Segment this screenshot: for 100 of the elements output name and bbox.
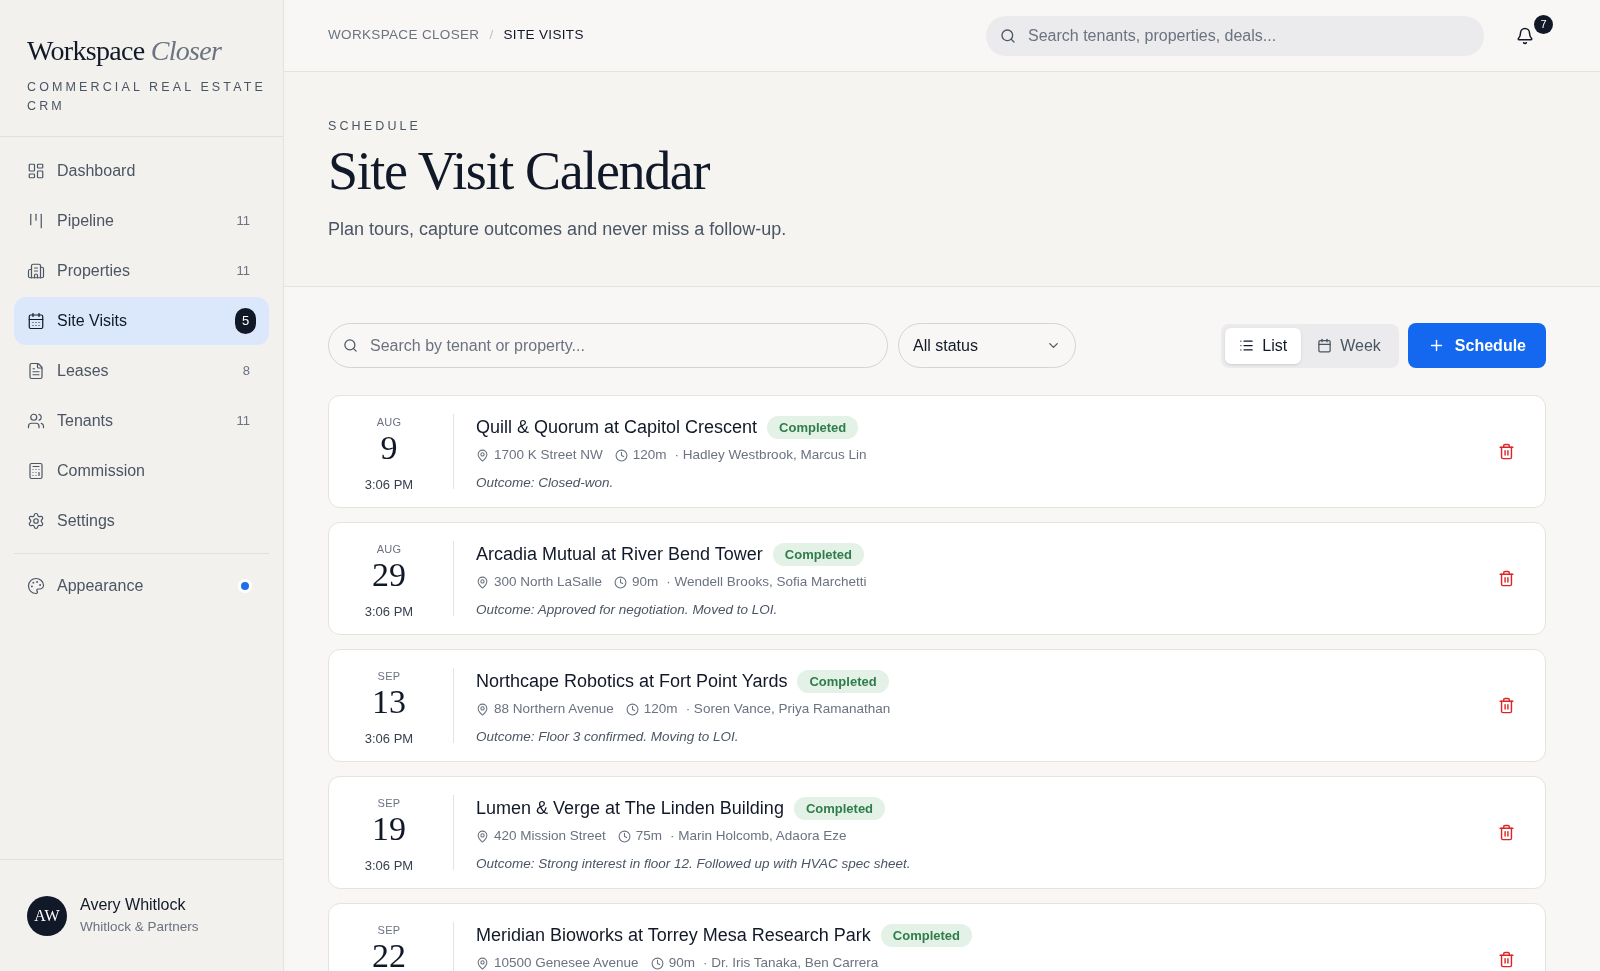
breadcrumb-item: SITE VISITS — [503, 26, 584, 45]
notifications-button[interactable] — [1516, 26, 1534, 45]
user-name: Avery Whitlock — [80, 895, 187, 916]
appearance-item[interactable]: Appearance — [14, 562, 269, 610]
sidebar-item[interactable]: Commission — [14, 447, 269, 495]
trash-icon — [1498, 570, 1515, 587]
user-avatar: AW — [27, 895, 67, 936]
page-title: Site Visit Calendar — [328, 139, 711, 202]
status-badge: Completed — [772, 542, 864, 567]
trash-icon — [1498, 443, 1515, 460]
bell-icon — [1516, 26, 1534, 45]
visit-month: SEP — [377, 669, 401, 684]
visit-attendees: · Marin Holcomb, Adaora Eze — [670, 827, 847, 845]
breadcrumb-item[interactable]: WORKSPACE CLOSER — [328, 25, 480, 46]
settings-icon — [27, 512, 45, 530]
visit-duration: 90m — [632, 573, 659, 591]
pin-icon — [476, 829, 489, 843]
visit-outcome: Outcome: Closed-won. — [476, 474, 615, 493]
sidebar-item[interactable]: Settings — [14, 497, 269, 545]
visit-title: Lumen & Verge at The Linden Building — [476, 797, 784, 820]
visit-card[interactable]: SEP 19 3:06 PM Lumen & Verge at The Linden Building Completed 420 Mission Street 75m · Marin Holcomb, Adaora Eze Outcome: Strong interest in floor 12. Followed up with HVAC spec sheet. — [328, 776, 1546, 889]
columns-icon — [27, 212, 45, 230]
hero-eyebrow: SCHEDULE — [328, 118, 423, 135]
visit-duration: 75m — [635, 827, 663, 845]
sidebar-item[interactable]: Site Visits 5 — [14, 297, 269, 345]
palette-icon — [27, 577, 45, 595]
list-icon — [1239, 338, 1255, 353]
visit-address: 10500 Genesee Avenue — [494, 954, 639, 971]
visit-month: AUG — [376, 415, 402, 430]
clock-icon — [614, 448, 628, 462]
visit-card[interactable]: SEP 22 Meridian Bioworks at Torrey Mesa Research Park Completed 10500 Genesee Avenue 90m · Dr. Iris Tanaka, Ben Carrera — [328, 903, 1546, 971]
breadcrumb-separator: / — [489, 26, 494, 45]
status-badge: Completed — [797, 669, 889, 694]
visit-outcome: Outcome: Approved for negotiation. Moved to LOI. — [476, 601, 779, 620]
trash-icon — [1498, 697, 1515, 714]
visit-time: 3:06 PM — [364, 602, 414, 621]
trash-icon — [1498, 951, 1515, 968]
visit-day: 19 — [372, 811, 406, 846]
visit-address: 88 Northern Avenue — [494, 700, 614, 718]
calendar-icon — [27, 312, 45, 330]
visit-outcome: Outcome: Floor 3 confirmed. Moving to LOI. — [476, 728, 740, 747]
sidebar-item[interactable]: Tenants 11 — [14, 397, 269, 445]
visit-time: 3:06 PM — [364, 856, 414, 875]
trash-icon — [1498, 824, 1515, 841]
item-count: 8 — [242, 362, 251, 381]
sidebar-item[interactable]: Pipeline 11 — [14, 197, 269, 245]
visit-card[interactable]: AUG 9 3:06 PM Quill & Quorum at Capitol Crescent Completed 1700 K Street NW 120m · Hadley Westbrook, Marcus Lin Outcome: Closed-won. — [328, 395, 1546, 508]
pin-icon — [476, 575, 489, 589]
count-badge: 5 — [235, 308, 256, 334]
visit-month: SEP — [377, 923, 401, 938]
status-badge: Completed — [880, 923, 972, 948]
visit-address: 300 North LaSalle — [494, 573, 603, 591]
visit-month: SEP — [377, 796, 401, 811]
visit-day: 22 — [372, 938, 406, 971]
clock-icon — [650, 956, 664, 970]
visit-day: 13 — [372, 684, 406, 719]
visit-attendees: · Soren Vance, Priya Ramanathan — [685, 700, 891, 718]
visit-attendees: · Dr. Iris Tanaka, Ben Carrera — [702, 954, 879, 971]
visit-day: 29 — [372, 557, 406, 592]
users-icon — [27, 412, 45, 430]
visit-duration: 120m — [643, 700, 678, 718]
dashboard-icon — [27, 162, 45, 180]
view-tab[interactable]: Week — [1303, 327, 1395, 364]
calendar-icon — [1317, 338, 1333, 353]
visit-title: Northcape Robotics at Fort Point Yards — [476, 670, 788, 693]
user-company: Whitlock & Partners — [80, 918, 199, 937]
visit-day: 9 — [380, 430, 398, 465]
visit-card[interactable]: AUG 29 3:06 PM Arcadia Mutual at River Bend Tower Completed 300 North LaSalle 90m · Wendell Brooks, Sofia Marchetti Outcome: Approved for negotiation. Moved to LOI. — [328, 522, 1546, 635]
item-count: 11 — [236, 412, 251, 431]
schedule-button[interactable]: Schedule — [1407, 323, 1546, 368]
sidebar-item[interactable]: Leases 8 — [14, 347, 269, 395]
visit-time: 3:06 PM — [364, 475, 414, 494]
global-search-field[interactable]: Search tenants, properties, deals... — [986, 15, 1484, 56]
sidebar-item[interactable]: Properties 11 — [14, 247, 269, 295]
clock-icon — [617, 829, 631, 843]
document-icon — [27, 362, 45, 380]
visit-card[interactable]: SEP 13 3:06 PM Northcape Robotics at Fort Point Yards Completed 88 Northern Avenue 120m · Soren Vance, Priya Ramanathan Outcome: Floor 3 confirmed. Moving to LOI. — [328, 649, 1546, 762]
status-badge: Completed — [767, 415, 859, 440]
visit-address: 420 Mission Street — [494, 827, 606, 845]
visit-attendees: · Hadley Westbrook, Marcus Lin — [674, 446, 867, 464]
brand-logo: Workspace Closer — [27, 34, 223, 68]
visit-search-field[interactable]: Search by tenant or property... — [328, 323, 888, 368]
status-badge: Completed — [793, 796, 886, 821]
visit-month: AUG — [376, 542, 402, 557]
item-count: 11 — [236, 262, 251, 281]
pin-icon — [476, 956, 489, 970]
visit-title: Quill & Quorum at Capitol Crescent — [476, 416, 758, 439]
search-icon — [1000, 27, 1016, 44]
sidebar-item[interactable]: Dashboard — [14, 147, 269, 195]
visit-duration: 90m — [668, 954, 695, 971]
brand-tagline: COMMERCIAL REAL ESTATE CRM — [27, 79, 267, 115]
visit-time: 3:06 PM — [364, 729, 414, 748]
pin-icon — [476, 702, 489, 716]
view-tab[interactable]: List — [1225, 327, 1302, 364]
visit-address: 1700 K Street NW — [494, 446, 603, 464]
visit-attendees: · Wendell Brooks, Sofia Marchetti — [666, 573, 867, 591]
visit-title: Arcadia Mutual at River Bend Tower — [476, 543, 763, 566]
visit-title: Meridian Bioworks at Torrey Mesa Research Park — [476, 924, 871, 947]
building-icon — [27, 262, 45, 280]
clock-icon — [614, 575, 628, 589]
